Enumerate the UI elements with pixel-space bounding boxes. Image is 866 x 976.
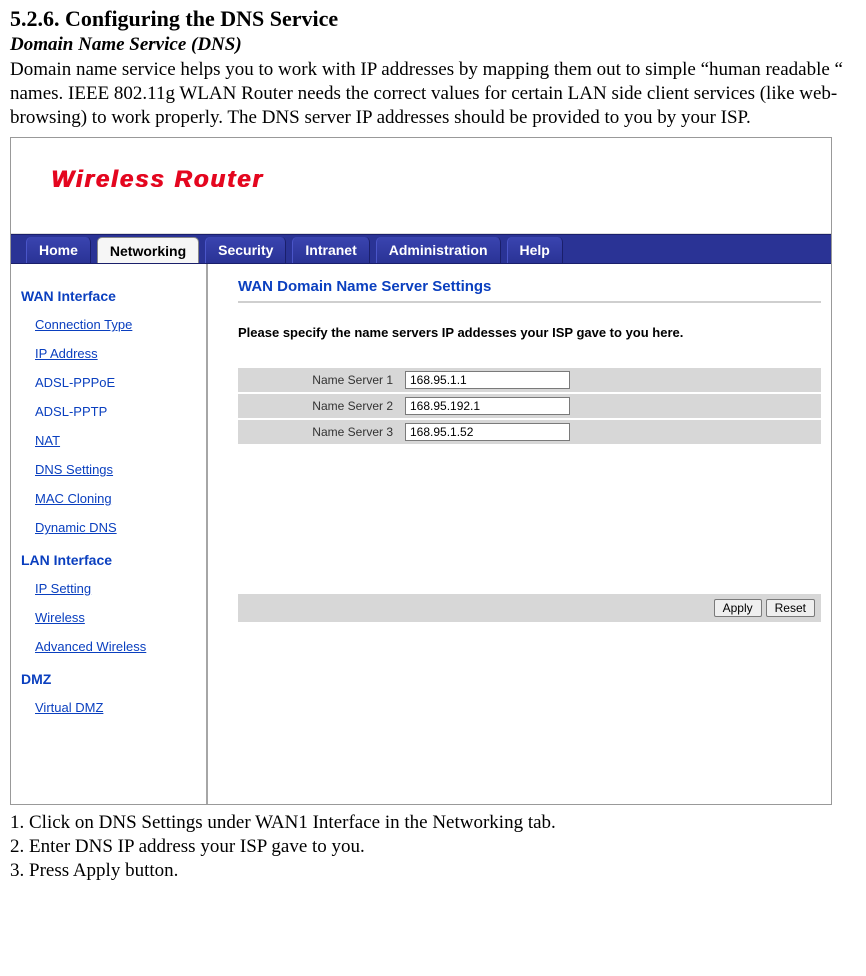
tab-administration[interactable]: Administration [376, 237, 501, 263]
ns3-label: Name Server 3 [238, 420, 403, 444]
step-1: 1. Click on DNS Settings under WAN1 Inte… [10, 811, 856, 835]
ns1-input[interactable] [405, 371, 570, 389]
sidebar-item-mac-cloning[interactable]: MAC Cloning [35, 484, 112, 513]
panel-instruction: Please specify the name servers IP addes… [238, 325, 831, 340]
content-layout: WAN Interface Connection Type IP Address… [11, 264, 831, 804]
router-brand-title: Wireless Router [51, 166, 264, 193]
router-admin-screenshot: Wireless Router Home Networking Security… [10, 137, 832, 805]
ns3-cell [403, 420, 821, 444]
form-row-ns2: Name Server 2 [238, 394, 831, 418]
sidebar-item-adsl-pptp[interactable]: ADSL-PPTP [35, 397, 107, 426]
sidebar: WAN Interface Connection Type IP Address… [11, 264, 206, 804]
nav-spacer [11, 235, 23, 263]
apply-button[interactable]: Apply [714, 599, 762, 617]
sidebar-item-adsl-pppoe[interactable]: ADSL-PPPoE [35, 368, 115, 397]
sidebar-item-ip-address[interactable]: IP Address [35, 339, 98, 368]
step-2: 2. Enter DNS IP address your ISP gave to… [10, 835, 856, 859]
ns2-input[interactable] [405, 397, 570, 415]
sidebar-heading-lan: LAN Interface [21, 552, 196, 568]
nav-spacer [566, 235, 831, 263]
tab-intranet[interactable]: Intranet [292, 237, 369, 263]
ns2-label: Name Server 2 [238, 394, 403, 418]
sidebar-item-connection-type[interactable]: Connection Type [35, 310, 132, 339]
ns3-input[interactable] [405, 423, 570, 441]
step-3: 3. Press Apply button. [10, 859, 856, 883]
main-navbar: Home Networking Security Intranet Admini… [11, 234, 831, 264]
action-bar: Apply Reset [238, 594, 821, 622]
tab-security[interactable]: Security [205, 237, 286, 263]
sidebar-item-advanced-wireless[interactable]: Advanced Wireless [35, 632, 146, 661]
sidebar-item-dynamic-dns[interactable]: Dynamic DNS [35, 513, 117, 542]
tab-networking[interactable]: Networking [97, 237, 199, 263]
router-header: Wireless Router [11, 138, 831, 234]
sidebar-item-virtual-dmz[interactable]: Virtual DMZ [35, 693, 103, 722]
sidebar-heading-dmz: DMZ [21, 671, 196, 687]
form-row-ns3: Name Server 3 [238, 420, 831, 444]
sidebar-item-ip-setting[interactable]: IP Setting [35, 574, 91, 603]
panel-title: WAN Domain Name Server Settings [238, 278, 821, 303]
section-subheading: Domain Name Service (DNS) [10, 34, 856, 56]
section-heading: 5.2.6. Configuring the DNS Service [10, 6, 856, 32]
sidebar-item-dns-settings[interactable]: DNS Settings [35, 455, 113, 484]
sidebar-heading-wan: WAN Interface [21, 288, 196, 304]
ns1-label: Name Server 1 [238, 368, 403, 392]
sidebar-item-nat[interactable]: NAT [35, 426, 60, 455]
tab-home[interactable]: Home [26, 237, 91, 263]
sidebar-item-wireless[interactable]: Wireless [35, 603, 85, 632]
reset-button[interactable]: Reset [766, 599, 815, 617]
form-row-ns1: Name Server 1 [238, 368, 831, 392]
ns1-cell [403, 368, 821, 392]
tab-help[interactable]: Help [507, 237, 563, 263]
ns2-cell [403, 394, 821, 418]
section-paragraph: Domain name service helps you to work wi… [10, 58, 856, 129]
main-panel: WAN Domain Name Server Settings Please s… [208, 264, 831, 804]
steps-list: 1. Click on DNS Settings under WAN1 Inte… [10, 811, 856, 882]
